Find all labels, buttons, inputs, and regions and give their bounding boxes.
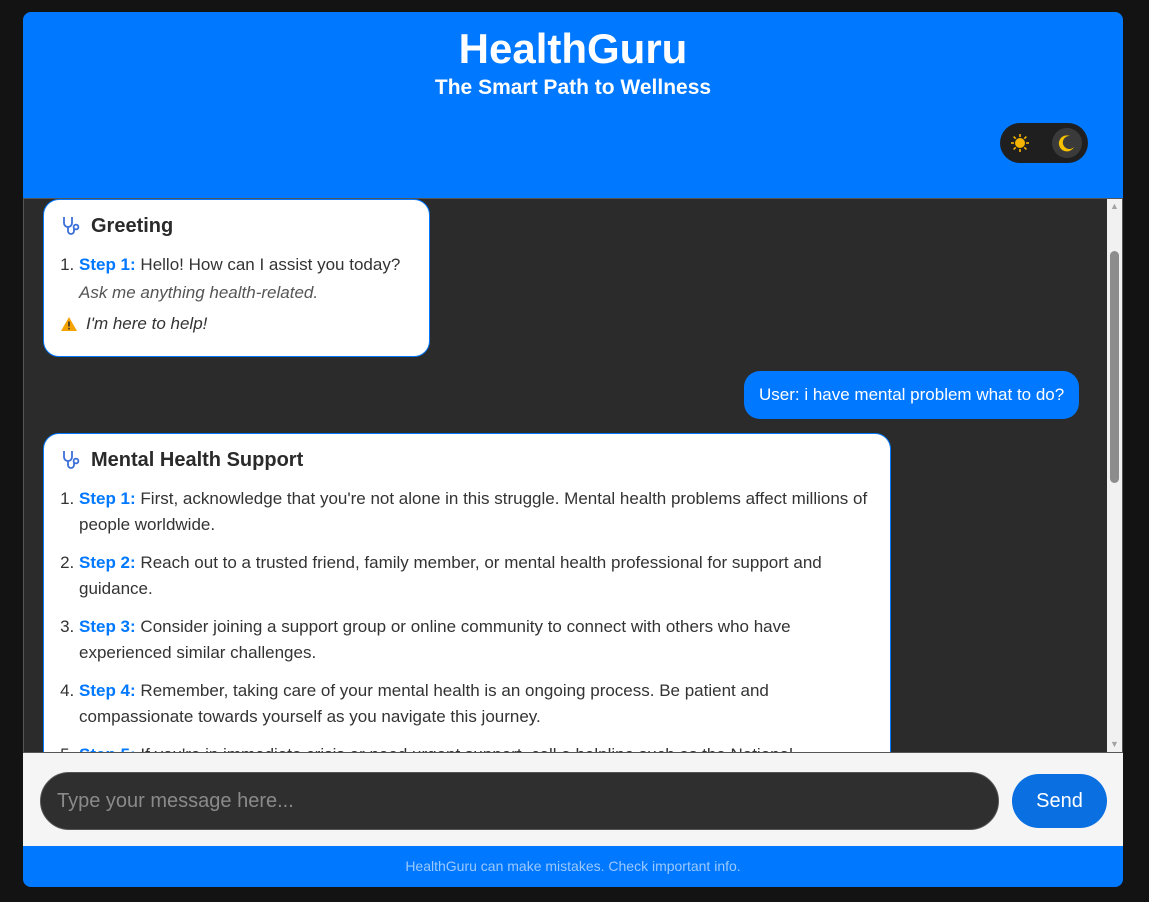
step-text: First, acknowledge that you're not alone… bbox=[79, 489, 868, 534]
user-message: User: i have mental problem what to do? bbox=[744, 371, 1080, 419]
step-text: Reach out to a trusted friend, family me… bbox=[79, 553, 822, 598]
scroll-down-icon[interactable]: ▼ bbox=[1107, 737, 1122, 752]
step-text: Remember, taking care of your mental hea… bbox=[79, 681, 769, 726]
bubble-title-text: Greeting bbox=[91, 214, 174, 237]
step-label: Step 5: bbox=[79, 745, 136, 752]
message-input[interactable] bbox=[40, 772, 999, 830]
bot-message-mental-health: Mental Health Support Step 1: First, ack… bbox=[43, 433, 891, 752]
bubble-title-text: Mental Health Support bbox=[91, 448, 304, 471]
stethoscope-icon bbox=[63, 217, 80, 235]
step-label: Step 2: bbox=[79, 553, 136, 572]
step-label: Step 3: bbox=[79, 617, 136, 636]
step-text: If you're in immediate crisis or need ur… bbox=[140, 745, 792, 752]
step-item: Step 4: Remember, taking care of your me… bbox=[79, 678, 874, 730]
step-text: Hello! How can I assist you today? bbox=[140, 255, 401, 274]
warning-icon bbox=[61, 317, 77, 331]
app-subtitle: The Smart Path to Wellness bbox=[434, 76, 712, 99]
scroll-thumb[interactable] bbox=[1110, 251, 1119, 483]
chat-scrollbar[interactable]: ▲ ▼ bbox=[1107, 199, 1122, 752]
input-bar: Send bbox=[23, 753, 1123, 846]
step-note: Ask me anything health-related. bbox=[79, 283, 319, 302]
bubble-title: Greeting bbox=[60, 214, 413, 238]
warning-text: I'm here to help! bbox=[86, 314, 208, 333]
app-title: HealthGuru bbox=[458, 25, 688, 72]
step-item: Step 3: Consider joining a support group… bbox=[79, 614, 874, 666]
steps-list: Step 1: Hello! How can I assist you toda… bbox=[79, 252, 413, 306]
step-label: Step 1: bbox=[79, 489, 136, 508]
step-item: Step 2: Reach out to a trusted friend, f… bbox=[79, 550, 874, 602]
step-item: Step 1: First, acknowledge that you're n… bbox=[79, 486, 874, 538]
sun-icon bbox=[1010, 133, 1030, 153]
theme-toggle[interactable] bbox=[1000, 123, 1088, 163]
chat-area[interactable]: Greeting Step 1: Hello! How can I assist… bbox=[23, 198, 1123, 753]
moon-icon bbox=[1057, 133, 1077, 153]
toggle-knob[interactable] bbox=[1052, 128, 1082, 158]
footer-disclaimer: HealthGuru can make mistakes. Check impo… bbox=[23, 846, 1123, 887]
scroll-up-icon[interactable]: ▲ bbox=[1107, 199, 1122, 214]
step-label: Step 4: bbox=[79, 681, 136, 700]
steps-list: Step 1: First, acknowledge that you're n… bbox=[79, 486, 874, 752]
bubble-title: Mental Health Support bbox=[60, 448, 874, 472]
bot-message-greeting: Greeting Step 1: Hello! How can I assist… bbox=[43, 199, 430, 357]
step-label: Step 1: bbox=[79, 255, 136, 274]
send-button[interactable]: Send bbox=[1012, 774, 1107, 828]
warning-line: I'm here to help! bbox=[60, 314, 413, 334]
stethoscope-icon bbox=[63, 451, 80, 469]
header: HealthGuru The Smart Path to Wellness bbox=[23, 12, 1123, 198]
app-window: HealthGuru The Smart Path to Wellness Gr… bbox=[23, 12, 1123, 887]
step-text: Consider joining a support group or onli… bbox=[79, 617, 791, 662]
step-item: Step 1: Hello! How can I assist you toda… bbox=[79, 252, 413, 306]
step-item: Step 5: If you're in immediate crisis or… bbox=[79, 742, 874, 752]
